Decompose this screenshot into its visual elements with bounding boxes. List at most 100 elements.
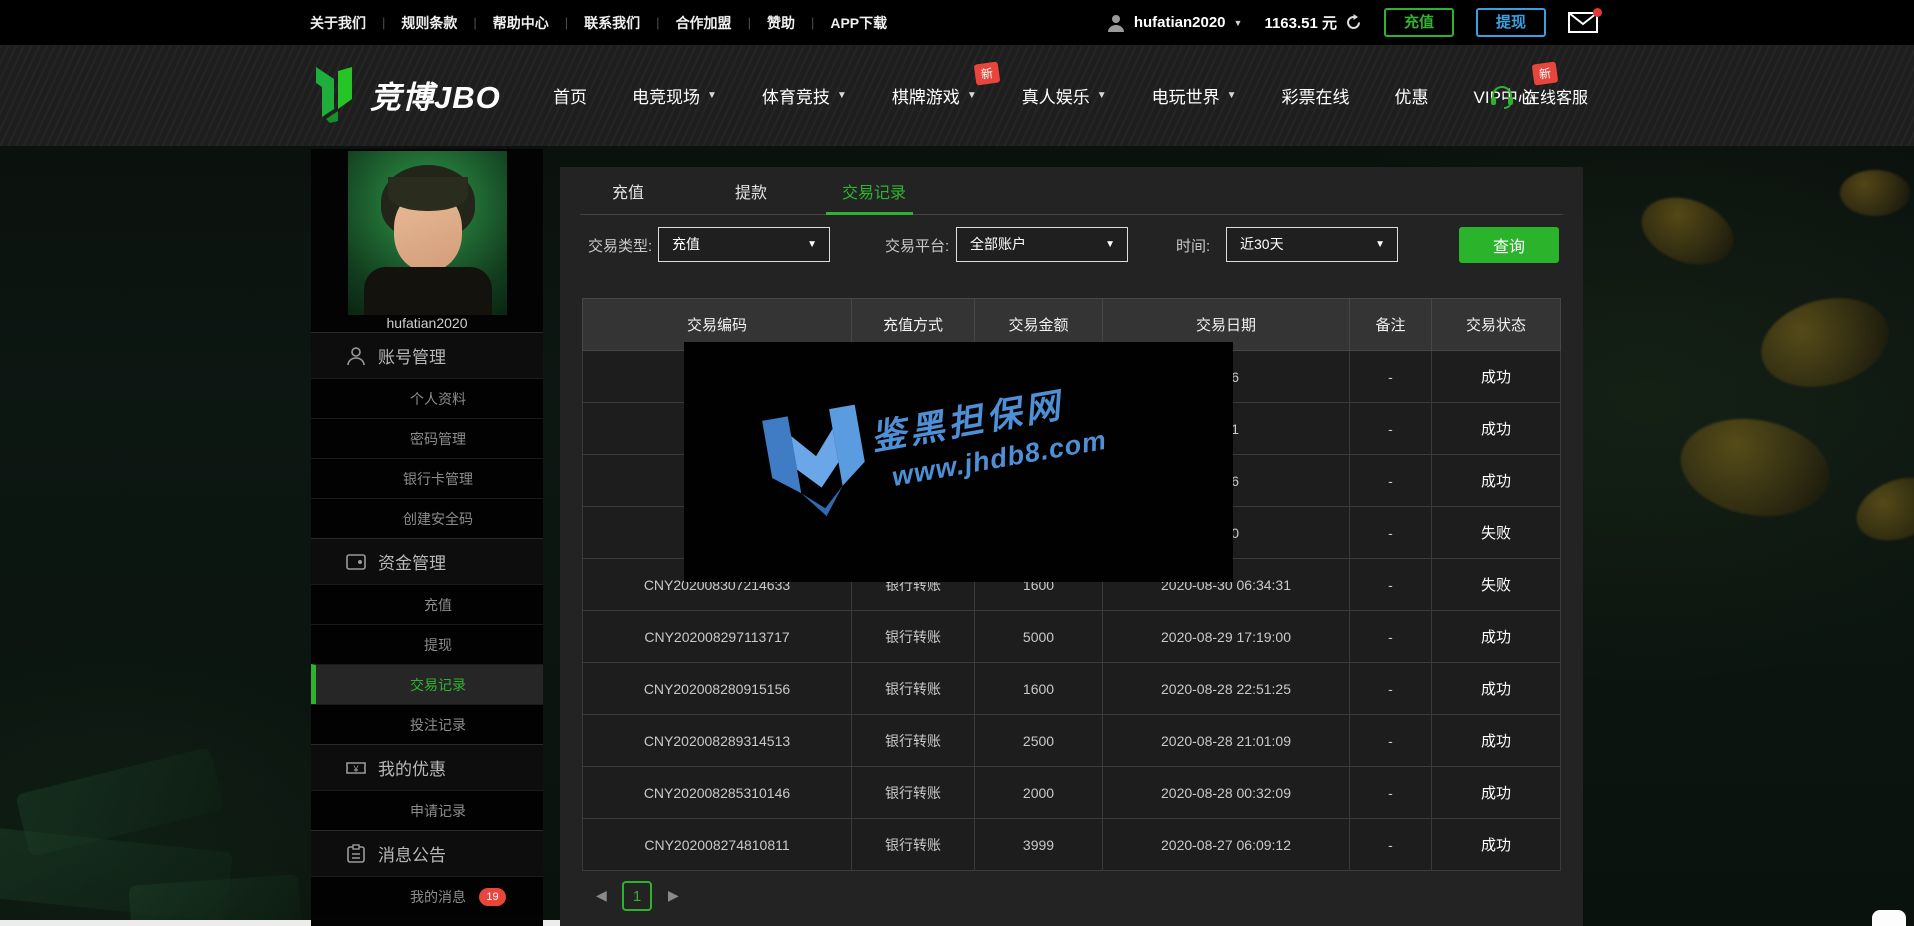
table-row: CNY202008289314513 银行转账 2500 2020-08-28 … [583,715,1561,767]
next-page-arrow[interactable]: ▶ [668,887,679,904]
logo[interactable]: 竞博JBO [308,65,501,123]
tab-deposit[interactable]: 充值 [566,179,690,203]
sidebar-item-withdraw[interactable]: 提现 [311,624,543,664]
mail-icon[interactable] [1568,12,1598,33]
separator: | [656,15,659,30]
link-app-download[interactable]: APP下载 [830,13,887,33]
prev-page-arrow[interactable]: ◀ [596,887,607,904]
table-row: CNY202008285310146 银行转账 2000 2020-08-28 … [583,767,1561,819]
filter-type-label: 交易类型: [588,235,652,256]
platform-select[interactable]: 全部账户 ▼ [956,227,1128,262]
current-page-button[interactable]: 1 [622,881,652,911]
cell-status: 成功 [1432,767,1561,819]
time-range-select[interactable]: 近30天 ▼ [1226,227,1398,262]
user-icon [1106,13,1126,33]
sidebar-item-profile[interactable]: 个人资料 [311,378,543,418]
link-sponsor[interactable]: 赞助 [767,13,795,33]
search-button[interactable]: 查询 [1459,227,1559,263]
content-panel: 充值 提款 交易记录 交易类型: 充值 ▼ 交易平台: 全部账户 ▼ 时间: 近… [560,167,1583,926]
separator: | [811,15,814,30]
tabs-divider [580,214,1563,215]
avatar-bangs [388,177,468,211]
cell-status: 失败 [1432,507,1561,559]
cell-note: - [1350,715,1432,767]
cell-code: CNY202008280915156 [583,663,852,715]
sidebar-item-bet-records[interactable]: 投注记录 [311,704,543,744]
link-partner[interactable]: 合作加盟 [676,13,732,33]
watermark-overlay: 鉴黑担保网 www.jhdb8.com [684,342,1233,582]
topbar-links: 关于我们| 规则条款| 帮助中心| 联系我们| 合作加盟| 赞助| APP下载 [310,0,887,45]
sidebar-menu: 账号管理 个人资料 密码管理 银行卡管理 创建安全码 资金管理 充值 提现 交易… [311,332,543,916]
user-icon [345,345,367,367]
cell-note: - [1350,559,1432,611]
sidebar-item-my-messages[interactable]: 我的消息 19 [311,876,543,916]
sidebar-item-security-code[interactable]: 创建安全码 [311,498,543,538]
deposit-button[interactable]: 充值 [1384,8,1454,37]
nav-promotions[interactable]: 优惠 [1395,83,1429,108]
table-row: CNY202008280915156 银行转账 1600 2020-08-28 … [583,663,1561,715]
cell-note: - [1350,663,1432,715]
tab-withdrawal[interactable]: 提款 [689,179,813,203]
customer-service[interactable]: 在线客服 [1489,45,1588,146]
sidebar-section-funds[interactable]: 资金管理 [311,538,543,584]
coin-decoration [1632,186,1742,277]
nav-board-games[interactable]: 棋牌游戏▼新 [892,83,977,108]
link-rules[interactable]: 规则条款 [401,13,457,33]
watermark-text: 鉴黑担保网 www.jhdb8.com [866,371,1109,496]
nav-esports-live[interactable]: 电竞现场▼ [632,83,717,108]
nav-sports[interactable]: 体育竞技▼ [762,83,847,108]
cell-note: - [1350,611,1432,663]
sidebar-section-account[interactable]: 账号管理 [311,332,543,378]
refresh-icon[interactable] [1345,14,1362,31]
section-title: 消息公告 [378,841,446,866]
tabs: 充值 提款 交易记录 [560,167,1583,216]
cell-status: 失败 [1432,559,1561,611]
sidebar-item-bank-card[interactable]: 银行卡管理 [311,458,543,498]
cell-note: - [1350,455,1432,507]
separator: | [473,15,476,30]
chevron-down-icon: ▼ [1227,90,1237,101]
section-title: 我的优惠 [378,755,446,780]
sidebar-item-deposit[interactable]: 充值 [311,584,543,624]
chevron-down-icon: ▼ [807,228,817,261]
cell-method: 银行转账 [852,767,975,819]
main-navbar: 竞博JBO 首页 电竞现场▼ 体育竞技▼ 棋牌游戏▼新 真人娱乐▼ 电玩世界▼ … [0,45,1914,146]
link-contact[interactable]: 联系我们 [584,13,640,33]
notification-dot [1593,8,1602,17]
link-about[interactable]: 关于我们 [310,13,366,33]
nav-live-casino[interactable]: 真人娱乐▼ [1022,83,1107,108]
balance-amount: 1163.51 元 [1264,12,1337,33]
cell-note: - [1350,819,1432,871]
nav-home[interactable]: 首页 [553,83,587,108]
withdraw-button[interactable]: 提现 [1476,8,1546,37]
sidebar-section-messages[interactable]: 消息公告 [311,830,543,876]
filter-platform-label: 交易平台: [885,235,949,256]
sidebar-item-password[interactable]: 密码管理 [311,418,543,458]
coin-decoration [1751,285,1899,401]
section-title: 资金管理 [378,549,446,574]
table-row: CNY202008297113717 银行转账 5000 2020-08-29 … [583,611,1561,663]
headset-icon [1489,83,1515,109]
chevron-down-icon: ▼ [1105,228,1115,261]
chevron-down-icon: ▼ [707,90,717,101]
user-menu[interactable]: hufatian2020 ▼ [1106,13,1243,33]
sidebar-section-promos[interactable]: ¥ 我的优惠 [311,744,543,790]
nav-lottery[interactable]: 彩票在线 [1282,83,1350,108]
sidebar-item-application-records[interactable]: 申请记录 [311,790,543,830]
table-row: CNY202008274810811 银行转账 3999 2020-08-27 … [583,819,1561,871]
cell-note: - [1350,351,1432,403]
nav-slots[interactable]: 电玩世界▼ [1152,83,1237,108]
wallet-icon [345,551,367,573]
chat-widget-cutoff[interactable] [1872,910,1906,926]
filter-time-label: 时间: [1176,235,1210,256]
sidebar-item-transactions[interactable]: 交易记录 [311,664,543,704]
cell-code: CNY202008274810811 [583,819,852,871]
col-header-status: 交易状态 [1432,299,1561,351]
chevron-down-icon: ▼ [967,90,977,101]
link-help[interactable]: 帮助中心 [493,13,549,33]
separator: | [382,15,385,30]
sidebar: hufatian2020 账号管理 个人资料 密码管理 银行卡管理 创建安全码 … [311,149,543,926]
cell-date: 2020-08-29 17:19:00 [1103,611,1350,663]
tab-transaction-records[interactable]: 交易记录 [812,179,936,203]
transaction-type-select[interactable]: 充值 ▼ [658,227,830,262]
